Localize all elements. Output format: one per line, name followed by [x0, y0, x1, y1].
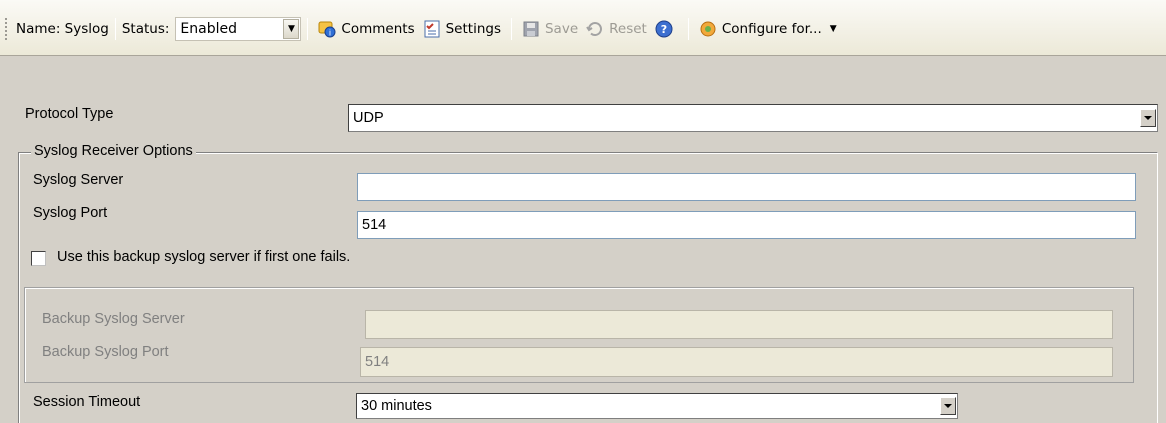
chevron-down-icon[interactable]	[1140, 109, 1156, 127]
group-title: Syslog Receiver Options	[31, 143, 196, 159]
comments-icon: i	[318, 20, 336, 38]
session-timeout-value: 30 minutes	[361, 398, 432, 414]
settings-label: Settings	[445, 21, 501, 37]
configure-icon	[699, 20, 717, 38]
protocol-type-label: Protocol Type	[25, 106, 114, 122]
status-label: Status:	[121, 21, 170, 37]
name-label: Name: Syslog	[16, 21, 109, 37]
chevron-down-icon: ▼	[829, 24, 837, 34]
backup-port-label: Backup Syslog Port	[42, 344, 169, 360]
session-timeout-label: Session Timeout	[33, 394, 141, 410]
configure-label: Configure for...	[721, 21, 822, 37]
syslog-port-input[interactable]: 514	[357, 211, 1136, 239]
help-button[interactable]: ?	[651, 16, 682, 42]
protocol-type-value: UDP	[353, 110, 384, 126]
toolbar-grip[interactable]	[2, 18, 10, 40]
chevron-down-icon[interactable]	[940, 397, 956, 415]
backup-server-checkbox[interactable]	[31, 251, 46, 266]
toolbar: Name: Syslog Status: Enabled ▼ i Comment…	[0, 0, 1166, 56]
backup-port-input[interactable]: 514	[360, 347, 1113, 377]
backup-server-label: Backup Syslog Server	[42, 311, 185, 327]
configure-for-dropdown[interactable]: Configure for... ▼	[695, 16, 841, 42]
chevron-down-icon[interactable]: ▼	[283, 19, 300, 39]
backup-server-input[interactable]	[365, 310, 1113, 339]
reset-label: Reset	[609, 21, 647, 37]
backup-checkbox-label: Use this backup syslog server if first o…	[57, 249, 351, 265]
status-select[interactable]: Enabled ▼	[175, 17, 302, 41]
save-button[interactable]: Save	[518, 16, 582, 42]
svg-text:i: i	[329, 29, 331, 38]
status-select-value: Enabled	[180, 21, 237, 37]
settings-checklist-icon	[423, 20, 441, 38]
protocol-type-select[interactable]: UDP	[348, 104, 1158, 132]
help-icon: ?	[655, 20, 673, 38]
comments-button[interactable]: i Comments	[314, 16, 418, 42]
toolbar-separator	[114, 18, 116, 40]
toolbar-separator	[510, 18, 512, 40]
syslog-port-label: Syslog Port	[33, 205, 108, 221]
syslog-server-label: Syslog Server	[33, 172, 124, 188]
svg-text:?: ?	[661, 23, 667, 36]
save-disk-icon	[522, 20, 540, 38]
toolbar-separator	[307, 18, 309, 40]
save-label: Save	[544, 21, 579, 37]
syslog-server-input[interactable]	[357, 173, 1136, 201]
comments-label: Comments	[341, 21, 415, 37]
session-timeout-select[interactable]: 30 minutes	[356, 393, 958, 419]
settings-button[interactable]: Settings	[419, 16, 505, 42]
reset-icon	[586, 20, 604, 38]
reset-button[interactable]: Reset	[582, 16, 651, 42]
toolbar-separator	[687, 18, 689, 40]
